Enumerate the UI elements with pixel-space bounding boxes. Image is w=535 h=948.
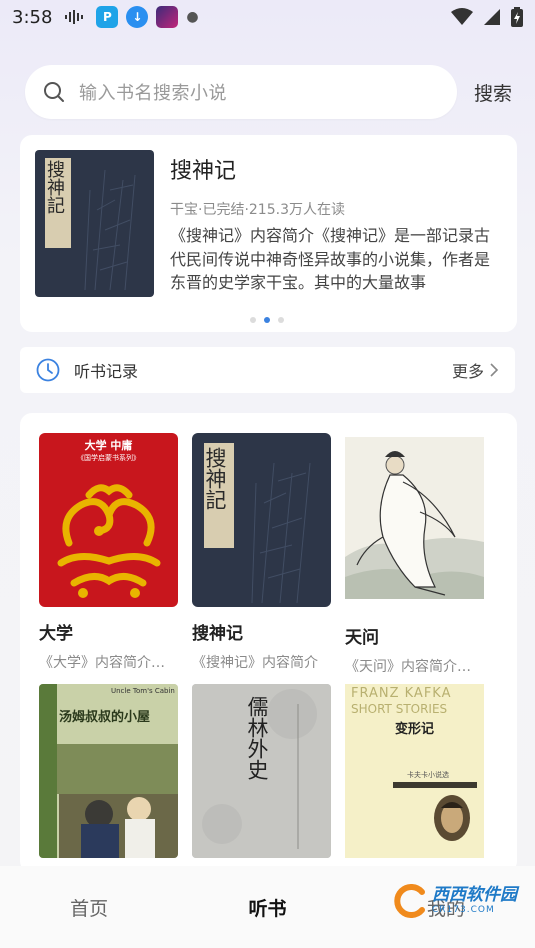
status-bar: 3:58 P ↓ ● [0,0,535,34]
carousel-indicator [250,317,284,323]
watermark-domain: CR173.COM [432,905,495,915]
featured-book-meta: 干宝·已完结·215.3万人在读 [170,202,345,218]
carousel-dot[interactable] [250,317,256,323]
book-title: 天问 [345,628,379,648]
book-grid: 大学 中庸 《国学启蒙书系列》 大学 《大学》内容简介《大学》 [20,413,517,873]
book-cover[interactable]: 搜神記 [192,433,331,607]
featured-book-card[interactable]: 搜神記 搜神记 干宝·已完结·215.3万人在读 《搜神记》内容简介《搜神记》是… [20,135,517,332]
book-description: 《天问》内容简介《天问》 [345,659,477,675]
battery-icon [511,7,523,27]
listening-history-bar[interactable]: 听书记录 更多 [20,347,515,393]
featured-cover-title: 搜神記 [44,160,65,214]
watermark-c-icon [394,884,425,918]
clock-icon [36,358,60,382]
book-item[interactable]: Uncle Tom's Cabin 汤姆叔叔的小屋 [39,684,179,870]
book-description: 《大学》内容简介《大学》 [39,655,171,671]
sound-wave-icon [62,6,88,28]
book-item[interactable]: 儒林外史 [192,684,332,870]
cover-title-text: 儒林外史 [245,696,269,780]
app-p-icon: P [96,6,119,28]
book-description: 《搜神记》内容简介 [192,655,318,671]
book-title: 搜神记 [192,624,243,644]
featured-book-title: 搜神记 [170,159,237,184]
book-cover[interactable]: Uncle Tom's Cabin 汤姆叔叔的小屋 [39,684,178,858]
book-title: 大学 [39,624,73,644]
status-time: 3:58 [12,6,53,28]
search-placeholder: 输入书名搜索小说 [79,83,227,104]
chevron-right-icon [490,363,499,377]
featured-book-cover[interactable]: 搜神記 [35,150,154,297]
search-row: 输入书名搜索小说 搜索 [25,65,515,119]
book-item[interactable]: 大学 中庸 《国学启蒙书系列》 大学 《大学》内容简介《大学》 [39,433,179,672]
more-label: 更多 [451,362,484,381]
nav-home[interactable]: 首页 [0,894,178,921]
book-item[interactable]: FRANZ KAFKA SHORT STORIES 变形记 卡夫卡小说选 [345,684,485,870]
signal-icon [484,9,500,25]
book-cover[interactable]: FRANZ KAFKA SHORT STORIES 变形记 卡夫卡小说选 [345,684,484,858]
carousel-dot[interactable] [278,317,284,323]
search-input[interactable]: 输入书名搜索小说 [25,65,457,119]
cover-title-text: 搜神記 [203,447,227,510]
nav-listen[interactable]: 听书 [178,894,356,921]
featured-book-description: 《搜神记》内容简介《搜神记》是一部记录古代民间传说中神奇怪异故事的小说集，作者是… [170,226,491,292]
book-cover[interactable] [345,437,484,599]
search-icon [44,82,64,102]
more-button[interactable]: 更多 [452,358,499,382]
watermark-logo: 西西软件园 CR173.COM [394,884,517,918]
book-item[interactable]: 搜神記 搜神记 《搜神记》内容简介 [192,433,332,672]
more-notifications-icon: ● [186,9,199,25]
history-label: 听书记录 [74,362,139,381]
cover-sub-text: Uncle Tom's Cabin [111,687,175,695]
book-cover[interactable]: 大学 中庸 《国学启蒙书系列》 [39,433,178,607]
app-thumbnail-icon [156,6,179,28]
cover-title-text: 汤姆叔叔的小屋 [59,710,151,725]
download-icon: ↓ [126,6,149,28]
book-item[interactable]: 天问 《天问》内容简介《天问》 [345,437,485,676]
book-cover[interactable]: 儒林外史 [192,684,331,858]
carousel-dot-active[interactable] [264,317,270,323]
watermark-name: 西西软件园 [432,885,517,905]
wifi-icon [451,8,473,25]
search-button[interactable]: 搜索 [474,79,512,106]
